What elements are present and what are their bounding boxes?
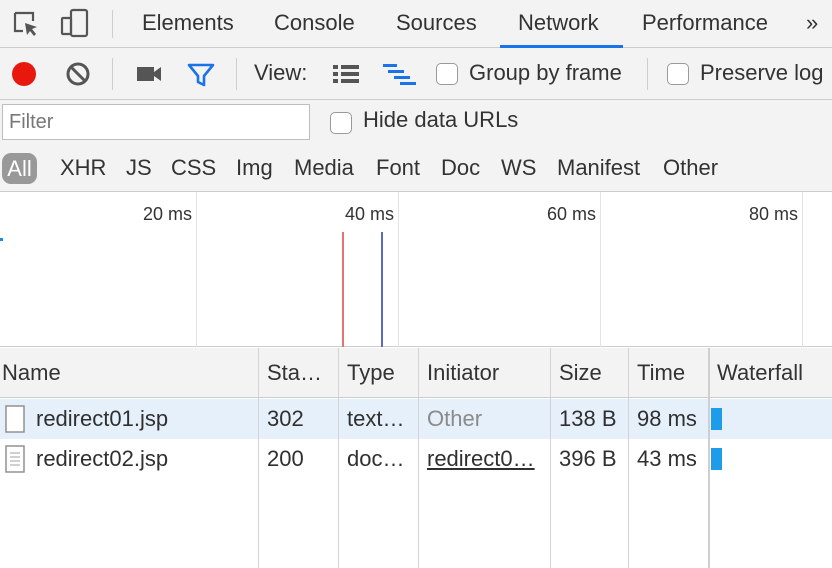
filter-bar: Hide data URLs bbox=[0, 100, 832, 146]
requests-table: Name Sta… Type Initiator Size Time Water… bbox=[0, 348, 832, 568]
toolbar-separator bbox=[112, 58, 113, 90]
overview-request-mark bbox=[0, 238, 3, 241]
column-divider[interactable] bbox=[418, 348, 419, 568]
capture-screenshots-icon[interactable] bbox=[136, 64, 162, 84]
overview-tick-label: 60 ms bbox=[546, 204, 596, 224]
request-status: 200 bbox=[267, 446, 304, 471]
overview-gridline bbox=[398, 192, 399, 347]
more-tabs-button[interactable]: » bbox=[806, 0, 818, 48]
request-time: 98 ms bbox=[637, 406, 697, 431]
column-header-initiator[interactable]: Initiator bbox=[427, 348, 543, 398]
request-size: 138 B bbox=[559, 406, 617, 431]
group-by-frame-checkbox[interactable] bbox=[436, 63, 458, 85]
column-header-status[interactable]: Sta… bbox=[267, 348, 333, 398]
devtools-tab-bar: Elements Console Sources Network Perform… bbox=[0, 0, 832, 48]
column-divider[interactable] bbox=[258, 348, 259, 568]
domcontentloaded-marker bbox=[381, 232, 383, 347]
filter-input[interactable] bbox=[2, 104, 310, 140]
type-filter-ws[interactable]: WS bbox=[501, 146, 536, 192]
column-header-name[interactable]: Name bbox=[2, 348, 252, 398]
view-label: View: bbox=[254, 60, 308, 85]
toolbar-separator bbox=[236, 58, 237, 90]
column-divider[interactable] bbox=[550, 348, 551, 568]
large-rows-icon[interactable] bbox=[332, 63, 360, 85]
tab-performance[interactable]: Performance bbox=[642, 0, 768, 48]
hide-data-urls-checkbox[interactable] bbox=[330, 112, 352, 134]
filter-icon[interactable] bbox=[186, 61, 216, 89]
preserve-log-label: Preserve log bbox=[700, 60, 824, 85]
column-header-size[interactable]: Size bbox=[559, 348, 623, 398]
overview-gridline bbox=[600, 192, 601, 347]
waterfall-divider[interactable] bbox=[708, 348, 710, 568]
preserve-log-checkbox[interactable] bbox=[667, 63, 689, 85]
inspect-element-icon[interactable] bbox=[12, 10, 40, 38]
request-status: 302 bbox=[267, 406, 304, 431]
type-filter-media[interactable]: Media bbox=[294, 146, 354, 192]
request-initiator-link[interactable]: redirect0… bbox=[427, 439, 543, 479]
column-header-time[interactable]: Time bbox=[637, 348, 703, 398]
network-toolbar: View: Group by frame Preserve log bbox=[0, 48, 832, 100]
column-header-waterfall[interactable]: Waterfall bbox=[717, 348, 829, 398]
record-icon[interactable] bbox=[12, 62, 36, 86]
overview-tick-label: 80 ms bbox=[748, 204, 798, 224]
type-filter-all[interactable]: All bbox=[2, 153, 37, 184]
tab-separator bbox=[112, 10, 113, 38]
request-initiator: Other bbox=[427, 406, 483, 431]
request-type: doc… bbox=[347, 446, 405, 471]
tab-network[interactable]: Network bbox=[518, 0, 599, 48]
tab-sources[interactable]: Sources bbox=[396, 0, 477, 48]
request-name: redirect02.jsp bbox=[36, 446, 169, 471]
document-file-icon bbox=[5, 405, 25, 433]
type-filter-js[interactable]: JS bbox=[126, 146, 152, 192]
request-size: 396 B bbox=[559, 446, 617, 471]
request-type: text… bbox=[347, 406, 405, 431]
type-filter-manifest[interactable]: Manifest bbox=[557, 146, 640, 192]
column-header-type[interactable]: Type bbox=[347, 348, 413, 398]
group-by-frame-label: Group by frame bbox=[469, 60, 622, 85]
tab-console[interactable]: Console bbox=[274, 0, 355, 48]
waterfall-bar bbox=[711, 448, 722, 470]
column-divider[interactable] bbox=[338, 348, 339, 568]
column-divider[interactable] bbox=[628, 348, 629, 568]
overview-tick-label: 40 ms bbox=[344, 204, 394, 224]
toolbar-separator bbox=[647, 58, 648, 90]
type-filter-doc[interactable]: Doc bbox=[441, 146, 480, 192]
overview-gridline bbox=[196, 192, 197, 347]
type-filter-img[interactable]: Img bbox=[236, 146, 273, 192]
request-time: 43 ms bbox=[637, 446, 697, 471]
type-filter-other[interactable]: Other bbox=[663, 146, 718, 192]
type-filter-css[interactable]: CSS bbox=[171, 146, 216, 192]
resource-type-filters: All XHR JS CSS Img Media Font Doc WS Man… bbox=[0, 146, 832, 192]
request-name: redirect01.jsp bbox=[36, 406, 169, 431]
clear-icon[interactable] bbox=[65, 61, 91, 87]
document-file-icon bbox=[5, 445, 25, 473]
load-event-marker bbox=[342, 232, 344, 347]
device-toolbar-icon[interactable] bbox=[60, 8, 90, 38]
hide-data-urls-label: Hide data URLs bbox=[363, 107, 519, 132]
type-filter-font[interactable]: Font bbox=[376, 146, 420, 192]
overview-gridline bbox=[802, 192, 803, 347]
waterfall-bar bbox=[711, 408, 722, 430]
type-filter-xhr[interactable]: XHR bbox=[60, 146, 106, 192]
overview-tick-label: 20 ms bbox=[142, 204, 192, 224]
timeline-overview[interactable]: 20 ms 40 ms 60 ms 80 ms bbox=[0, 192, 832, 347]
overview-waterfall-icon[interactable] bbox=[382, 62, 418, 86]
tab-elements[interactable]: Elements bbox=[142, 0, 234, 48]
